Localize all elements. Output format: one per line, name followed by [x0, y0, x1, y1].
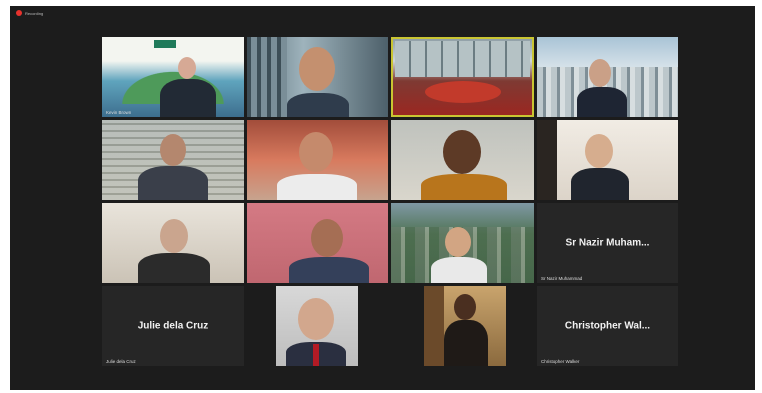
participant-body	[444, 320, 488, 366]
participant-face	[299, 47, 335, 91]
participant-face	[454, 294, 476, 320]
participant-tile-16[interactable]: Christopher Wal... Christopher Walker	[537, 286, 678, 366]
participant-body	[277, 174, 357, 200]
window-background	[247, 37, 287, 117]
participant-tile-14[interactable]	[276, 286, 358, 366]
tie	[313, 344, 319, 366]
participant-tile-13[interactable]: Julie dela Cruz Julie dela Cruz	[102, 286, 244, 366]
participant-body	[577, 87, 627, 117]
participant-body	[287, 93, 349, 117]
zoom-meeting-window: Recording Kevin Brown Sr Nazir Muham... …	[10, 6, 755, 390]
recording-indicator[interactable]: Recording	[16, 10, 43, 16]
participant-tile-11[interactable]	[391, 203, 534, 283]
participant-tile-5[interactable]	[102, 120, 244, 200]
participant-tile-2[interactable]	[247, 37, 388, 117]
participant-body	[138, 166, 208, 200]
participant-body	[289, 257, 369, 283]
participant-display-name: Sr Nazir Muham...	[565, 237, 650, 249]
organization-logo-icon	[154, 40, 176, 48]
participant-body	[431, 257, 487, 283]
participant-tile-6[interactable]	[247, 120, 388, 200]
participant-face	[443, 130, 481, 174]
participant-face	[298, 298, 334, 340]
participant-face	[445, 227, 471, 257]
participant-name-label: Sr Nazir Muhammad	[541, 276, 583, 281]
participant-body	[571, 168, 629, 200]
participant-body	[160, 79, 216, 117]
participant-tile-10[interactable]	[247, 203, 388, 283]
participant-face	[589, 59, 611, 87]
shelf-background	[424, 286, 444, 366]
participant-name-label: Julie dela Cruz	[106, 359, 136, 364]
room-window	[395, 41, 530, 77]
door-background	[537, 120, 557, 200]
participant-body	[138, 253, 210, 283]
participant-face	[311, 219, 343, 257]
participant-display-name: Christopher Wal...	[564, 320, 651, 332]
participant-tile-3-active-speaker[interactable]	[391, 37, 534, 117]
participant-tile-1[interactable]: Kevin Brown	[102, 37, 244, 117]
participant-face	[585, 134, 613, 168]
participant-tile-9[interactable]	[102, 203, 244, 283]
participant-display-name: Julie dela Cruz	[137, 320, 209, 332]
participant-name-label: Kevin Brown	[106, 110, 132, 115]
participant-tile-8[interactable]	[537, 120, 678, 200]
conference-table	[425, 81, 501, 103]
participant-name-label: Christopher Walker	[541, 359, 580, 364]
participant-body	[421, 174, 507, 200]
participant-face	[178, 57, 196, 79]
participant-tile-12[interactable]: Sr Nazir Muham... Sr Nazir Muhammad	[537, 203, 678, 283]
recording-label: Recording	[25, 10, 44, 16]
participant-tile-7[interactable]	[391, 120, 534, 200]
participant-tile-4[interactable]	[537, 37, 678, 117]
participant-face	[299, 132, 333, 172]
record-dot-icon	[16, 10, 22, 16]
participant-tile-15[interactable]	[424, 286, 506, 366]
participant-face	[160, 219, 188, 253]
participant-face	[160, 134, 186, 166]
